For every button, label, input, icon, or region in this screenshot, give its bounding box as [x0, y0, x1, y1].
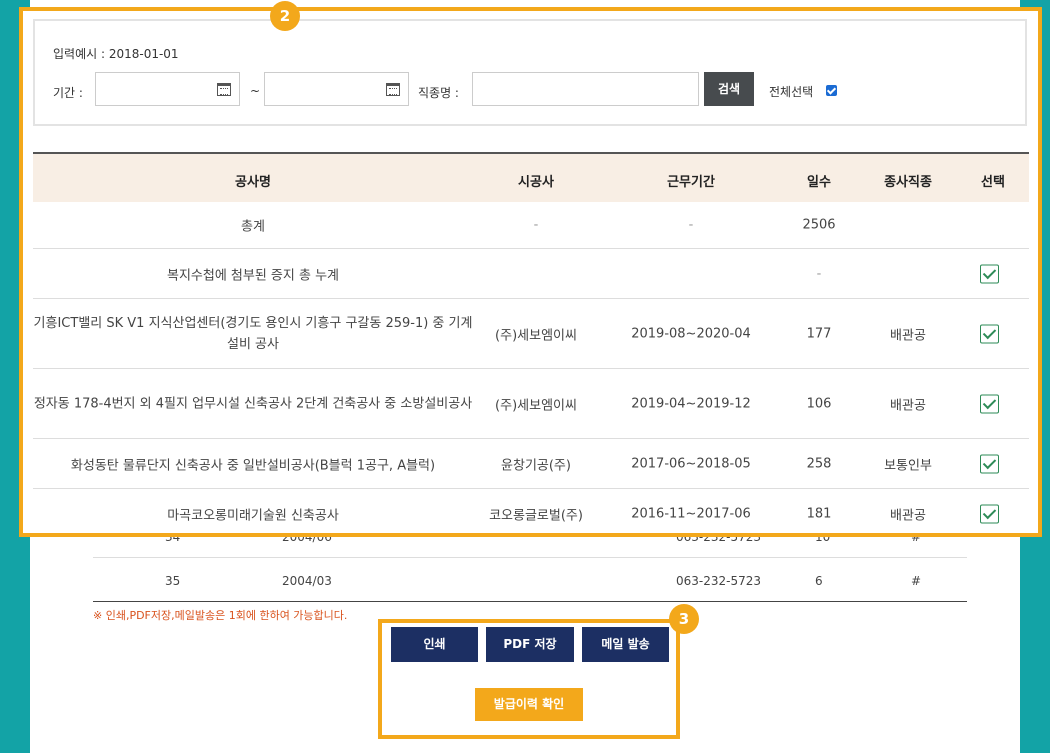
- row-phone: 063-232-5723: [676, 574, 762, 588]
- table-row: 화성동탄 물류단지 신축공사 중 일반설비공사(B블럭 1공구, A블럭) 윤창…: [33, 439, 1029, 489]
- work-period: 2017-06~2018-05: [631, 456, 751, 471]
- search-button[interactable]: 검색: [704, 72, 754, 106]
- days: 2506: [802, 217, 836, 233]
- table-header: 공사명 시공사 근무기간 일수 종사직종 선택: [33, 152, 1029, 202]
- table-row: 정자동 178-4번지 외 4필지 업무시설 신축공사 2단계 건축공사 중 소…: [33, 369, 1029, 439]
- contractor: (주)세보엠이씨: [495, 398, 577, 413]
- contractor: 코오롱글로벌(주): [489, 508, 583, 524]
- row-number: 35: [165, 574, 181, 588]
- select-all-checkbox[interactable]: [826, 85, 837, 96]
- days: 181: [806, 506, 832, 522]
- table-row: 총계 - - 2506: [33, 202, 1029, 249]
- contractor: 윤창기공(주): [501, 458, 571, 473]
- project-name: 기흥ICT밸리 SK V1 지식산업센터(경기도 용인시 기흥구 구갈동 259…: [33, 315, 473, 352]
- header-period: 근무기간: [667, 175, 715, 190]
- callout-badge-2: 2: [270, 1, 300, 31]
- row-count: 6: [815, 574, 823, 588]
- job-type: 배관공: [890, 508, 926, 524]
- header-project: 공사명: [235, 175, 271, 190]
- callout-badge-3: 3: [669, 604, 699, 634]
- job-type: 보통인부: [884, 458, 932, 473]
- project-name: 복지수첩에 첨부된 증지 총 누계: [166, 268, 340, 283]
- mail-send-button[interactable]: 메일 발송: [582, 627, 669, 662]
- job-label: 직종명 :: [418, 86, 459, 100]
- row-checkbox[interactable]: [980, 264, 999, 283]
- start-date-input[interactable]: [95, 72, 240, 106]
- table-row: 35 2004/03 063-232-5723 6 #: [93, 560, 967, 602]
- print-button[interactable]: 인쇄: [391, 627, 478, 662]
- row-checkbox[interactable]: [980, 504, 999, 524]
- calendar-icon[interactable]: [386, 83, 400, 96]
- calendar-icon[interactable]: [217, 83, 231, 96]
- select-all-label: 전체선택: [769, 85, 814, 99]
- project-name: 마곡코오롱미래기술원 신축공사: [167, 508, 339, 524]
- header-contractor: 시공사: [518, 175, 554, 190]
- work-history-table: 공사명 시공사 근무기간 일수 종사직종 선택 총계 - - 2506 복지수첩…: [33, 152, 1029, 533]
- days: -: [816, 266, 822, 281]
- contractor: (주)세보엠이씨: [495, 328, 577, 343]
- pdf-save-button[interactable]: PDF 저장: [486, 627, 574, 662]
- work-period: 2016-11~2017-06: [631, 506, 751, 522]
- input-example: 입력예시 : 2018-01-01: [53, 47, 179, 61]
- range-separator: ~: [250, 84, 261, 98]
- search-panel: 입력예시 : 2018-01-01 기간 : ~ 직종명 : 검색 전체선택: [33, 19, 1027, 126]
- period-label: 기간 :: [53, 86, 83, 100]
- days: 177: [806, 326, 832, 341]
- project-name: 화성동탄 물류단지 신축공사 중 일반설비공사(B블럭 1공구, A블럭): [70, 458, 436, 473]
- job-type: 배관공: [890, 398, 926, 413]
- row-mark: #: [911, 574, 922, 588]
- project-name: 정자동 178-4번지 외 4필지 업무시설 신축공사 2단계 건축공사 중 소…: [33, 396, 473, 411]
- row-checkbox[interactable]: [980, 324, 999, 343]
- end-date-input[interactable]: [264, 72, 409, 106]
- header-days: 일수: [807, 175, 831, 190]
- job-type: 배관공: [890, 328, 926, 343]
- job-name-input[interactable]: [472, 72, 699, 106]
- row-checkbox[interactable]: [980, 454, 999, 473]
- work-period: -: [688, 217, 694, 233]
- days: 106: [806, 396, 832, 411]
- project-name: 총계: [241, 219, 265, 235]
- days: 258: [806, 456, 832, 471]
- row-date: 2004/03: [282, 574, 332, 588]
- work-period: 2019-08~2020-04: [631, 326, 751, 341]
- notice-text: ※ 인쇄,PDF저장,메일발송은 1회에 한하여 가능합니다.: [93, 609, 348, 622]
- header-select: 선택: [981, 175, 1005, 190]
- issue-history-button[interactable]: 발급이력 확인: [475, 688, 583, 721]
- callout-box-2: 입력예시 : 2018-01-01 기간 : ~ 직종명 : 검색 전체선택 공…: [19, 7, 1042, 537]
- table-row: 복지수첩에 첨부된 증지 총 누계 -: [33, 249, 1029, 299]
- contractor: -: [533, 217, 539, 233]
- row-checkbox[interactable]: [980, 394, 999, 413]
- work-period: 2019-04~2019-12: [631, 396, 751, 411]
- table-row: 마곡코오롱미래기술원 신축공사 코오롱글로벌(주) 2016-11~2017-0…: [33, 489, 1029, 533]
- table-row: 기흥ICT밸리 SK V1 지식산업센터(경기도 용인시 기흥구 구갈동 259…: [33, 299, 1029, 369]
- header-job: 종사직종: [884, 175, 932, 190]
